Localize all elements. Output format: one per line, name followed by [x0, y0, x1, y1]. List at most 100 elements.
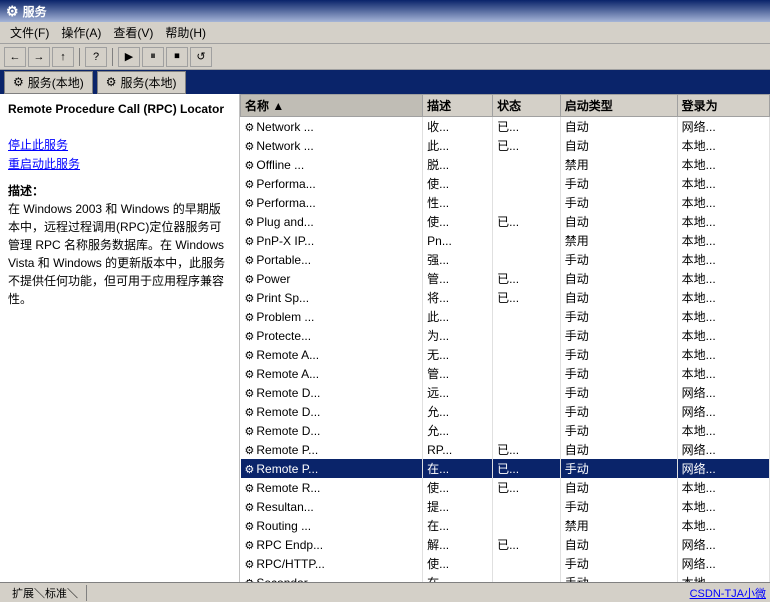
cell-name: ⚙Resultan... — [241, 497, 423, 516]
table-header-row: 名称 ▲ 描述 状态 启动类型 登录为 — [241, 95, 770, 117]
menu-view[interactable]: 查看(V) — [107, 22, 159, 43]
toolbar-help[interactable]: ? — [85, 47, 107, 67]
table-row[interactable]: ⚙Portable...强...手动本地... — [241, 250, 770, 269]
services-table: 名称 ▲ 描述 状态 启动类型 登录为 ⚙Network ...收...已...… — [240, 94, 770, 582]
cell-login: 网络... — [677, 440, 769, 459]
cell-startup: 手动 — [560, 364, 677, 383]
toolbar-restart[interactable]: ↺ — [190, 47, 212, 67]
cell-name: ⚙Remote A... — [241, 364, 423, 383]
status-view-mode[interactable]: 扩展＼标准＼ — [4, 585, 87, 601]
cell-name: ⚙Performa... — [241, 193, 423, 212]
cell-desc: 此... — [423, 307, 493, 326]
tab-label-1: 服务(本地) — [28, 74, 84, 91]
table-row[interactable]: ⚙Remote R...使...已...自动本地... — [241, 478, 770, 497]
table-row[interactable]: ⚙PnP-X IP...Pn...禁用本地... — [241, 231, 770, 250]
cell-name: ⚙Print Sp... — [241, 288, 423, 307]
cell-status: 已... — [493, 440, 561, 459]
cell-status — [493, 326, 561, 345]
table-row[interactable]: ⚙Remote A...管...手动本地... — [241, 364, 770, 383]
col-header-login[interactable]: 登录为 — [677, 95, 769, 117]
cell-status — [493, 307, 561, 326]
cell-status: 已... — [493, 136, 561, 155]
table-row[interactable]: ⚙Remote D...远...手动网络... — [241, 383, 770, 402]
cell-status: 已... — [493, 117, 561, 137]
cell-desc: 此... — [423, 136, 493, 155]
stop-service-link[interactable]: 停止此服务 — [8, 136, 231, 153]
col-header-startup[interactable]: 启动类型 — [560, 95, 677, 117]
cell-name: ⚙Secondar... — [241, 573, 423, 582]
toolbar-back[interactable]: ← — [4, 47, 26, 67]
cell-name: ⚙Remote D... — [241, 421, 423, 440]
table-row[interactable]: ⚙Remote P...在...已...手动网络... — [241, 459, 770, 478]
cell-name: ⚙PnP-X IP... — [241, 231, 423, 250]
services-table-panel[interactable]: 名称 ▲ 描述 状态 启动类型 登录为 ⚙Network ...收...已...… — [240, 94, 770, 582]
cell-login: 本地... — [677, 174, 769, 193]
cell-login: 本地... — [677, 231, 769, 250]
table-row[interactable]: ⚙Remote A...无...手动本地... — [241, 345, 770, 364]
cell-desc: 使... — [423, 478, 493, 497]
toolbar-pause[interactable]: ⏸ — [142, 47, 164, 67]
cell-name: ⚙Offline ... — [241, 155, 423, 174]
cell-status — [493, 383, 561, 402]
cell-login: 本地... — [677, 421, 769, 440]
table-row[interactable]: ⚙Network ...此...已...自动本地... — [241, 136, 770, 155]
cell-name: ⚙Network ... — [241, 136, 423, 155]
table-row[interactable]: ⚙Remote D...允...手动本地... — [241, 421, 770, 440]
cell-login: 网络... — [677, 402, 769, 421]
table-row[interactable]: ⚙Performa...使...手动本地... — [241, 174, 770, 193]
restart-service-link[interactable]: 重启动此服务 — [8, 155, 231, 172]
cell-status: 已... — [493, 478, 561, 497]
table-row[interactable]: ⚙Network ...收...已...自动网络... — [241, 117, 770, 137]
table-row[interactable]: ⚙Plug and...使...已...自动本地... — [241, 212, 770, 231]
table-row[interactable]: ⚙Remote D...允...手动网络... — [241, 402, 770, 421]
menu-action[interactable]: 操作(A) — [55, 22, 107, 43]
table-row[interactable]: ⚙Secondar...在...手动本地... — [241, 573, 770, 582]
cell-status — [493, 250, 561, 269]
toolbar-forward[interactable]: → — [28, 47, 50, 67]
cell-startup: 自动 — [560, 535, 677, 554]
left-panel: Remote Procedure Call (RPC) Locator 停止此服… — [0, 94, 240, 582]
cell-desc: 为... — [423, 326, 493, 345]
cell-status — [493, 421, 561, 440]
cell-name: ⚙Routing ... — [241, 516, 423, 535]
cell-login: 本地... — [677, 326, 769, 345]
table-row[interactable]: ⚙Problem ...此...手动本地... — [241, 307, 770, 326]
cell-name: ⚙RPC/HTTP... — [241, 554, 423, 573]
cell-status — [493, 174, 561, 193]
cell-desc: 使... — [423, 174, 493, 193]
toolbar-play[interactable]: ▶ — [118, 47, 140, 67]
cell-status — [493, 554, 561, 573]
cell-startup: 自动 — [560, 117, 677, 137]
window-title: 服务 — [23, 3, 47, 20]
description-label: 描述： — [8, 184, 44, 198]
status-right-link: CSDN-TJA小微 — [690, 585, 766, 601]
cell-desc: 脱... — [423, 155, 493, 174]
table-row[interactable]: ⚙Power管...已...自动本地... — [241, 269, 770, 288]
table-row[interactable]: ⚙RPC/HTTP...使...手动网络... — [241, 554, 770, 573]
col-header-name[interactable]: 名称 ▲ — [241, 95, 423, 117]
table-row[interactable]: ⚙RPC Endp...解...已...自动网络... — [241, 535, 770, 554]
tab-local-services-1[interactable]: ⚙ 服务(本地) — [4, 71, 93, 94]
col-header-status[interactable]: 状态 — [493, 95, 561, 117]
col-header-desc[interactable]: 描述 — [423, 95, 493, 117]
cell-status: 已... — [493, 535, 561, 554]
table-row[interactable]: ⚙Performa...性...手动本地... — [241, 193, 770, 212]
menu-bar: 文件(F) 操作(A) 查看(V) 帮助(H) — [0, 22, 770, 44]
description-section: 描述： 在 Windows 2003 和 Windows 的早期版本中，远程过程… — [8, 182, 231, 308]
service-title: Remote Procedure Call (RPC) Locator — [8, 102, 231, 116]
table-row[interactable]: ⚙Remote P...RP...已...自动网络... — [241, 440, 770, 459]
table-row[interactable]: ⚙Routing ...在...禁用本地... — [241, 516, 770, 535]
table-row[interactable]: ⚙Print Sp...将...已...自动本地... — [241, 288, 770, 307]
menu-file[interactable]: 文件(F) — [4, 22, 55, 43]
cell-startup: 手动 — [560, 174, 677, 193]
cell-name: ⚙Remote P... — [241, 459, 423, 478]
table-row[interactable]: ⚙Offline ...脱...禁用本地... — [241, 155, 770, 174]
menu-help[interactable]: 帮助(H) — [159, 22, 212, 43]
cell-status: 已... — [493, 269, 561, 288]
toolbar-up[interactable]: ↑ — [52, 47, 74, 67]
main-layout: Remote Procedure Call (RPC) Locator 停止此服… — [0, 94, 770, 582]
tab-local-services-2[interactable]: ⚙ 服务(本地) — [97, 71, 186, 94]
table-row[interactable]: ⚙Protecte...为...手动本地... — [241, 326, 770, 345]
toolbar-stop[interactable]: ⏹ — [166, 47, 188, 67]
table-row[interactable]: ⚙Resultan...提...手动本地... — [241, 497, 770, 516]
